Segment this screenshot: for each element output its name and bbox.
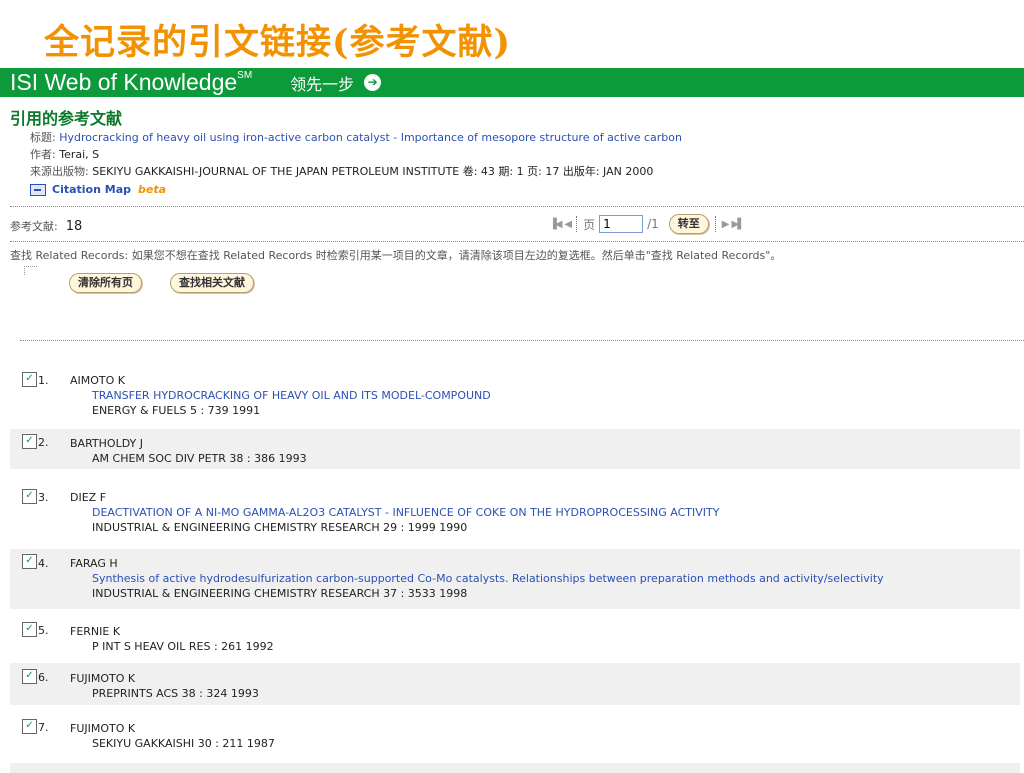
clear-all-button[interactable]: 清除所有页 <box>69 273 142 293</box>
list-item: ✓ 1. AIMOTO K TRANSFER HYDROCRACKING OF … <box>10 361 1020 417</box>
citation-map-icon[interactable] <box>30 183 46 196</box>
list-item <box>10 763 1020 773</box>
beta-badge: beta <box>138 183 167 196</box>
ref-title-link[interactable]: TRANSFER HYDROCRACKING OF HEAVY OIL AND … <box>70 388 491 403</box>
ref-checkbox[interactable]: ✓ <box>22 372 37 387</box>
arrow-circle-icon: ➔ <box>364 74 382 91</box>
ref-author: AIMOTO K <box>70 374 126 387</box>
ref-checkbox[interactable]: ✓ <box>22 434 37 449</box>
ref-source: P INT S HEAV OIL RES : 261 1992 <box>92 640 274 653</box>
ref-number: 1. <box>38 374 49 387</box>
ref-source: PREPRINTS ACS 38 : 324 1993 <box>92 687 259 700</box>
divider <box>10 241 1024 242</box>
prev-page-icon[interactable]: ◀ <box>564 219 572 230</box>
ref-checkbox[interactable]: ✓ <box>22 719 37 734</box>
go-button[interactable]: 转至 <box>668 214 709 234</box>
reference-toolbar: 参考文献: 18 ▐◀ ◀ 页 /1 转至 ▶ ▶▌ <box>0 207 1024 241</box>
page-label: 页 <box>583 217 596 232</box>
first-page-icon[interactable]: ▐◀ <box>549 219 562 230</box>
page-input[interactable] <box>599 215 644 233</box>
ref-number: 7. <box>38 721 49 734</box>
last-page-icon[interactable]: ▶▌ <box>732 219 745 230</box>
ref-author: FERNIE K <box>70 625 121 638</box>
record-author: Terai, S <box>59 148 100 161</box>
ref-source: INDUSTRIAL & ENGINEERING CHEMISTRY RESEA… <box>92 521 468 534</box>
main-content: 引用的参考文献 标题: Hydrocracking of heavy oil u… <box>0 97 1024 303</box>
pager-separator <box>576 216 578 232</box>
list-item: ✓ 2. BARTHOLDY J AM CHEM SOC DIV PETR 38… <box>10 429 1020 469</box>
list-item: ✓ 3. DIEZ F DEACTIVATION OF A NI-MO GAMM… <box>10 483 1020 543</box>
ref-author: FUJIMOTO K <box>70 722 136 735</box>
section-heading: 引用的参考文献 <box>10 109 123 128</box>
citation-map-link[interactable]: Citation Map <box>52 181 131 198</box>
ref-number: 6. <box>38 671 49 684</box>
ref-author: BARTHOLDY J <box>70 437 144 450</box>
ref-checkbox[interactable]: ✓ <box>22 669 37 684</box>
page-total: /1 <box>647 217 659 231</box>
pager-separator-2 <box>714 216 716 232</box>
ref-author: FARAG H <box>70 557 118 570</box>
ref-checkbox[interactable]: ✓ <box>22 622 37 637</box>
ref-title-link[interactable]: DEACTIVATION OF A NI-MO GAMMA-AL2O3 CATA… <box>70 505 719 520</box>
title-label: 标题: <box>30 131 56 144</box>
source-label: 来源出版物: <box>30 165 89 178</box>
record-meta: 标题: Hydrocracking of heavy oil using iro… <box>30 129 1024 198</box>
record-source: SEKIYU GAKKAISHI-JOURNAL OF THE JAPAN PE… <box>92 165 654 178</box>
ref-checkbox[interactable]: ✓ <box>22 554 37 569</box>
ref-count-label: 参考文献: <box>10 220 58 233</box>
record-title-link[interactable]: Hydrocracking of heavy oil using iron-ac… <box>59 131 682 144</box>
pager: ▐◀ ◀ 页 /1 转至 ▶ ▶▌ <box>549 214 745 234</box>
isi-banner: ISI Web of KnowledgeSM 领先一步 ➔ <box>0 68 1024 97</box>
button-row: 清除所有页 查找相关文献 <box>0 263 1024 303</box>
list-item: ✓ 5. FERNIE K P INT S HEAV OIL RES : 261… <box>10 617 1020 657</box>
ref-source: ENERGY & FUELS 5 : 739 1991 <box>92 404 261 417</box>
ref-source: SEKIYU GAKKAISHI 30 : 211 1987 <box>92 737 275 750</box>
slogan-text: 领先一步 <box>290 74 355 94</box>
corner-arrow-icon <box>18 266 37 282</box>
ref-number: 2. <box>38 436 49 449</box>
ref-number: 4. <box>38 557 49 570</box>
author-label: 作者: <box>30 148 56 161</box>
slide-title: 全记录的引文链接(参考文献) <box>44 22 512 63</box>
ref-number: 5. <box>38 624 49 637</box>
ref-count: 18 <box>65 219 83 234</box>
instructions-text: 查找 Related Records: 如果您不想在查找 Related Rec… <box>10 249 782 262</box>
find-related-button[interactable]: 查找相关文献 <box>170 273 254 293</box>
ref-author: FUJIMOTO K <box>70 672 136 685</box>
next-page-icon[interactable]: ▶ <box>722 219 730 230</box>
divider <box>20 340 1024 341</box>
ref-number: 3. <box>38 491 49 504</box>
ref-author: DIEZ F <box>70 491 107 504</box>
brand-logo[interactable]: ISI Web of KnowledgeSM <box>10 69 252 96</box>
list-item: ✓ 4. FARAG H Synthesis of active hydrode… <box>10 549 1020 609</box>
ref-title-link[interactable]: Synthesis of active hydrodesulfurization… <box>70 571 884 586</box>
ref-source: AM CHEM SOC DIV PETR 38 : 386 1993 <box>92 452 307 465</box>
list-item: ✓ 6. FUJIMOTO K PREPRINTS ACS 38 : 324 1… <box>10 663 1020 705</box>
ref-checkbox[interactable]: ✓ <box>22 489 37 504</box>
list-item: ✓ 7. FUJIMOTO K SEKIYU GAKKAISHI 30 : 21… <box>10 713 1020 757</box>
ref-source: INDUSTRIAL & ENGINEERING CHEMISTRY RESEA… <box>92 587 468 600</box>
